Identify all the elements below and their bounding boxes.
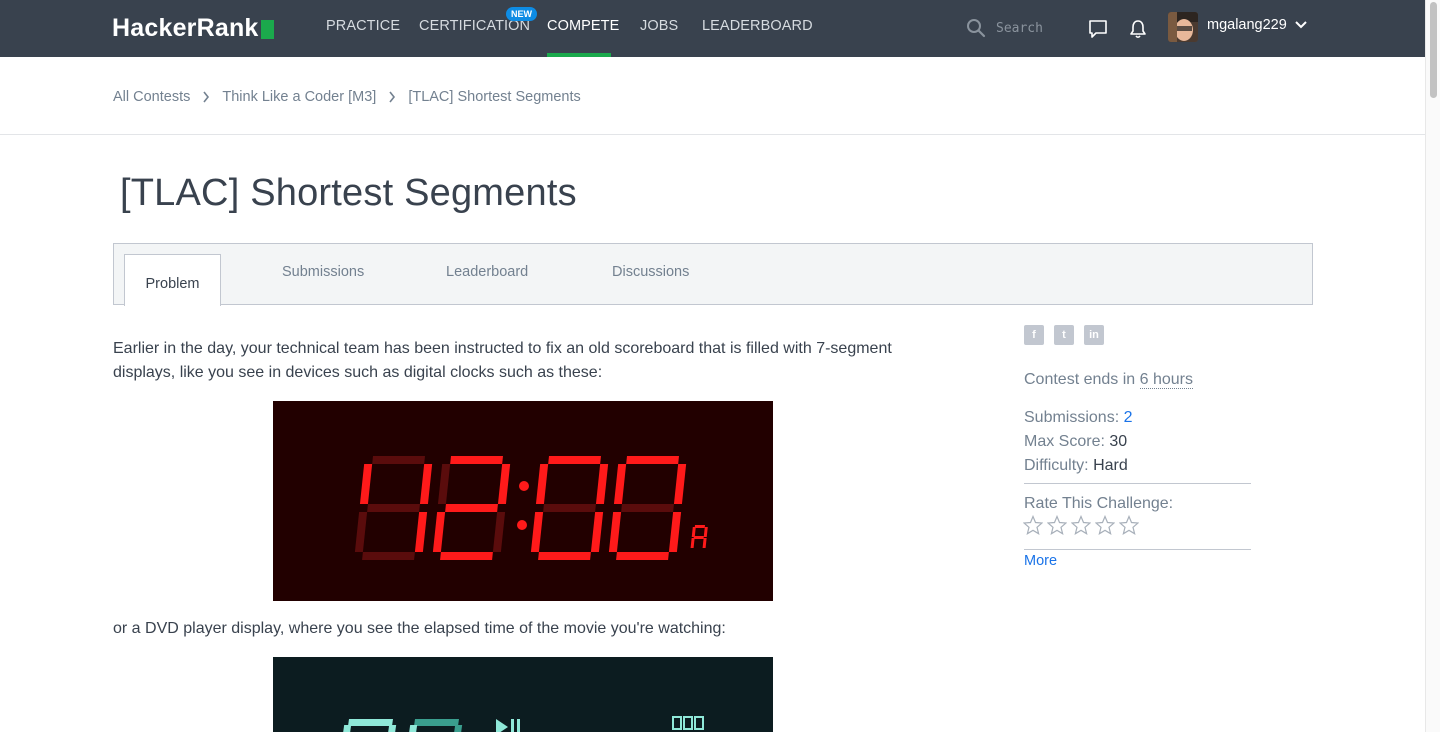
star-icon[interactable] xyxy=(1119,515,1139,535)
username[interactable]: mgalang229 xyxy=(1207,17,1287,33)
breadcrumb-all-contests[interactable]: All Contests xyxy=(113,89,190,105)
max-score: Max Score: 30 xyxy=(1024,433,1127,451)
submissions-label: Submissions: xyxy=(1024,409,1120,426)
scrollbar-thumb[interactable] xyxy=(1430,2,1437,98)
star-icon[interactable] xyxy=(1095,515,1115,535)
difficulty-value: Hard xyxy=(1093,457,1128,474)
chat-icon[interactable] xyxy=(1087,18,1109,40)
problem-paragraph: Earlier in the day, your technical team … xyxy=(113,340,892,381)
breadcrumb-challenge[interactable]: [TLAC] Shortest Segments xyxy=(408,89,580,105)
challenge-tabs: Problem Submissions Leaderboard Discussi… xyxy=(113,243,1313,306)
star-icon[interactable] xyxy=(1047,515,1067,535)
chevron-right-icon xyxy=(389,91,396,103)
avatar[interactable] xyxy=(1168,12,1198,42)
chevron-right-icon xyxy=(203,91,210,103)
breadcrumb-bar: All Contests Think Like a Coder [M3] [TL… xyxy=(0,57,1425,135)
tab-problem[interactable]: Problem xyxy=(124,254,221,306)
notification-bell-icon[interactable] xyxy=(1128,18,1148,40)
search-input[interactable] xyxy=(996,17,1066,39)
logo-green-block xyxy=(260,20,274,39)
new-badge: NEW xyxy=(506,7,537,21)
twitter-icon[interactable]: t xyxy=(1054,325,1074,345)
logo-text: HackerRank xyxy=(112,14,259,42)
submissions-link[interactable]: 2 xyxy=(1124,409,1133,426)
nav-compete[interactable]: COMPETE xyxy=(547,18,619,34)
chevron-down-icon[interactable] xyxy=(1294,19,1308,31)
contest-ends-value: 6 hours xyxy=(1139,371,1194,389)
nav-leaderboard[interactable]: LEADERBOARD xyxy=(702,18,813,34)
max-score-label: Max Score: xyxy=(1024,433,1105,450)
facebook-icon[interactable]: f xyxy=(1024,325,1044,345)
rate-challenge-label: Rate This Challenge: xyxy=(1024,495,1174,512)
submissions-count: Submissions: 2 xyxy=(1024,409,1133,427)
contest-ends: Contest ends in 6 hours xyxy=(1024,371,1194,389)
problem-paragraph: or a DVD player display, where you see t… xyxy=(113,620,726,637)
difficulty: Difficulty: Hard xyxy=(1024,457,1128,475)
divider xyxy=(1024,549,1251,550)
tab-leaderboard[interactable]: Leaderboard xyxy=(446,264,528,280)
breadcrumb: All Contests Think Like a Coder [M3] [TL… xyxy=(113,89,581,105)
hackerrank-logo[interactable]: HackerRank xyxy=(112,14,274,43)
difficulty-label: Difficulty: xyxy=(1024,457,1089,474)
linkedin-icon[interactable]: in xyxy=(1084,325,1104,345)
tab-discussions[interactable]: Discussions xyxy=(612,264,689,280)
search-icon[interactable] xyxy=(966,18,986,38)
top-navigation-bar: HackerRank PRACTICE CERTIFICATION NEW CO… xyxy=(0,0,1425,57)
page-title: [TLAC] Shortest Segments xyxy=(120,172,577,214)
star-icon[interactable] xyxy=(1023,515,1043,535)
divider xyxy=(1024,483,1251,484)
nav-jobs[interactable]: JOBS xyxy=(640,18,678,34)
max-score-value: 30 xyxy=(1109,433,1128,450)
star-icon[interactable] xyxy=(1071,515,1091,535)
nav-practice[interactable]: PRACTICE xyxy=(326,18,400,34)
tab-submissions[interactable]: Submissions xyxy=(282,264,364,280)
contest-ends-label: Contest ends in xyxy=(1024,371,1136,388)
rating-stars[interactable] xyxy=(1023,515,1139,535)
digital-clock-image xyxy=(273,401,773,601)
more-link[interactable]: More xyxy=(1024,553,1057,569)
page-scrollbar[interactable] xyxy=(1425,0,1440,732)
dvd-player-display-image xyxy=(273,657,773,732)
breadcrumb-contest[interactable]: Think Like a Coder [M3] xyxy=(222,89,376,105)
tab-problem-label: Problem xyxy=(145,276,200,292)
